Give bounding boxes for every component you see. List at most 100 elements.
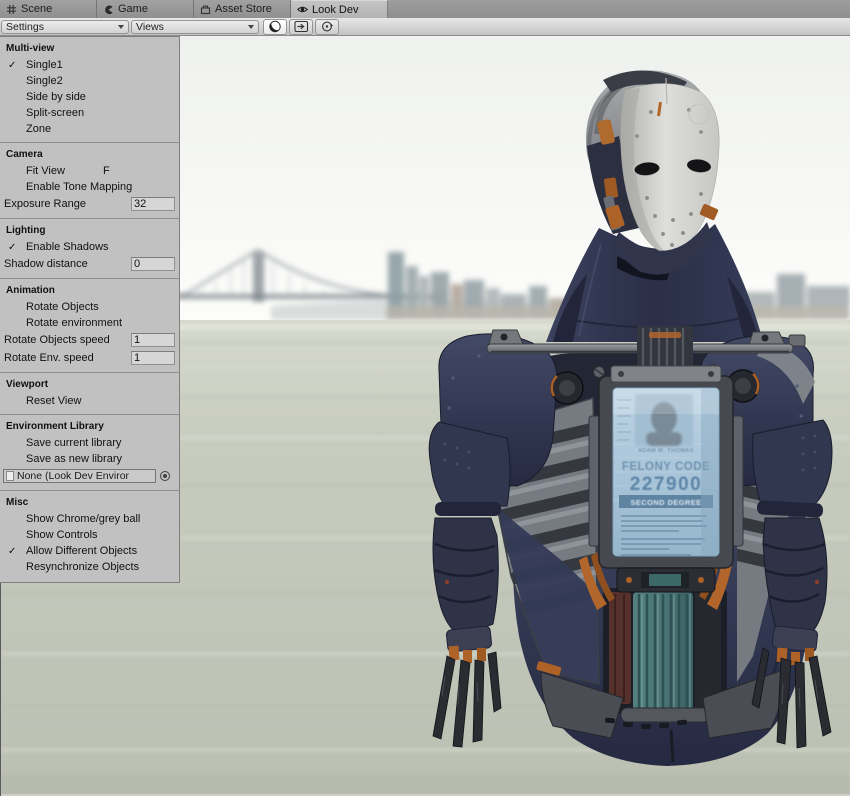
chevron-down-icon (248, 25, 254, 29)
checkmark: ✓ (8, 60, 26, 71)
exposure-range-input[interactable] (131, 197, 175, 211)
menu-item-save-current-library[interactable]: Save current library (0, 435, 179, 451)
section-camera: Camera Fit View F Enable Tone Mapping Exp… (0, 143, 179, 219)
menu-item-label: Reset View (26, 395, 81, 407)
chest-screen: ADAM M. THOMAS FELONY CODE 227900 SECOND… (589, 366, 743, 592)
menu-item-label: Fit View (26, 165, 65, 177)
shadow-distance-input[interactable] (131, 257, 175, 271)
screen-heading: FELONY CODE (622, 461, 710, 473)
menu-item-reset-view[interactable]: Reset View (0, 393, 179, 409)
menu-item-label: Split-screen (26, 107, 84, 119)
tab-scene[interactable]: Scene (0, 0, 97, 18)
tab-asset-store[interactable]: Asset Store (194, 0, 291, 18)
field-label: Exposure Range (4, 198, 131, 210)
section-title: Multi-view (0, 39, 179, 57)
settings-dropdown-label: Settings (6, 21, 118, 33)
menu-item-label: Show Controls (26, 529, 98, 541)
field-rotate-objects-speed: Rotate Objects speed (0, 331, 179, 349)
menu-item-save-as-new-library[interactable]: Save as new library (0, 451, 179, 467)
menu-item-enable-shadows[interactable]: ✓Enable Shadows (0, 239, 179, 255)
package-icon (200, 4, 211, 15)
environment-object-row: None (Look Dev Enviror (0, 467, 179, 485)
unity-editor-window: Scene Game Asset Store Look Dev Settings (0, 0, 850, 796)
menu-item-enable-tone-mapping[interactable]: Enable Tone Mapping (0, 179, 179, 195)
menu-item-single2[interactable]: Single2 (0, 73, 179, 89)
menu-item-show-chrome-grey-ball[interactable]: Show Chrome/grey ball (0, 511, 179, 527)
section-misc: Misc Show Chrome/grey ball Show Controls… (0, 491, 179, 580)
menu-item-label: Rotate environment (26, 317, 122, 329)
menu-item-allow-different-objects[interactable]: ✓Allow Different Objects (0, 543, 179, 559)
lookdev-toolbar: Settings Views (0, 18, 850, 36)
checkmark: ✓ (8, 546, 26, 557)
lookdev-settings-panel: Multi-view ✓Single1 Single2 Side by side… (0, 36, 180, 583)
chrome-ball-button[interactable] (263, 19, 287, 35)
sync-views-icon (320, 20, 334, 33)
section-title: Lighting (0, 221, 179, 239)
views-dropdown[interactable]: Views (131, 20, 259, 34)
menu-item-label: Side by side (26, 91, 86, 103)
menu-item-label: Save current library (26, 437, 121, 449)
tab-label: Look Dev (312, 4, 358, 16)
menu-item-rotate-objects[interactable]: Rotate Objects (0, 299, 179, 315)
menu-item-label: Single2 (26, 75, 63, 87)
tab-label: Scene (21, 3, 52, 15)
sync-views-button[interactable] (315, 19, 339, 35)
section-title: Camera (0, 145, 179, 163)
duplicate-view-icon (294, 20, 309, 33)
tab-look-dev[interactable]: Look Dev (291, 0, 388, 18)
field-rotate-env-speed: Rotate Env. speed (0, 349, 179, 367)
menu-item-resynchronize-objects[interactable]: Resynchronize Objects (0, 559, 179, 575)
section-viewport: Viewport Reset View (0, 373, 179, 415)
shortcut-key: F (103, 165, 110, 177)
menu-item-label: Resynchronize Objects (26, 561, 139, 573)
field-label: Rotate Objects speed (4, 334, 131, 346)
menu-item-fit-view[interactable]: Fit View F (0, 163, 179, 179)
section-title: Viewport (0, 375, 179, 393)
menu-item-label: Single1 (26, 59, 63, 71)
section-title: Animation (0, 281, 179, 299)
menu-item-single1[interactable]: ✓Single1 (0, 57, 179, 73)
menu-item-split-screen[interactable]: Split-screen (0, 105, 179, 121)
menu-item-label: Allow Different Objects (26, 545, 137, 557)
menu-item-label: Zone (26, 123, 51, 135)
tab-label: Game (118, 3, 148, 15)
rotate-objects-speed-input[interactable] (131, 333, 175, 347)
menu-item-label: Rotate Objects (26, 301, 99, 313)
menu-item-show-controls[interactable]: Show Controls (0, 527, 179, 543)
menu-item-zone[interactable]: Zone (0, 121, 179, 137)
tab-bar: Scene Game Asset Store Look Dev (0, 0, 850, 19)
menu-item-label: Show Chrome/grey ball (26, 513, 140, 525)
field-exposure-range: Exposure Range (0, 195, 179, 213)
game-icon (103, 4, 114, 15)
views-dropdown-label: Views (136, 21, 248, 33)
screen-degree: SECOND DEGREE (630, 498, 701, 507)
tab-game[interactable]: Game (97, 0, 194, 18)
field-shadow-distance: Shadow distance (0, 255, 179, 273)
menu-item-label: Enable Tone Mapping (26, 181, 132, 193)
section-title: Misc (0, 493, 179, 511)
settings-dropdown[interactable]: Settings (1, 20, 129, 34)
screen-code: 227900 (630, 474, 702, 495)
environment-object-field[interactable]: None (Look Dev Enviror (3, 469, 156, 483)
eye-icon (297, 4, 308, 15)
object-field-value: None (Look Dev Enviror (17, 470, 129, 482)
section-environment-library: Environment Library Save current library… (0, 415, 179, 491)
chrome-ball-icon (268, 20, 282, 33)
section-lighting: Lighting ✓Enable Shadows Shadow distance (0, 219, 179, 279)
field-label: Rotate Env. speed (4, 352, 131, 364)
menu-item-label: Save as new library (26, 453, 122, 465)
section-animation: Animation Rotate Objects Rotate environm… (0, 279, 179, 373)
grid-icon (6, 4, 17, 15)
tab-label: Asset Store (215, 3, 272, 15)
section-multi-view: Multi-view ✓Single1 Single2 Side by side… (0, 37, 179, 143)
rotate-env-speed-input[interactable] (131, 351, 175, 365)
menu-item-label: Enable Shadows (26, 241, 109, 253)
menu-item-side-by-side[interactable]: Side by side (0, 89, 179, 105)
object-picker-icon[interactable] (160, 471, 170, 481)
checkmark: ✓ (8, 242, 26, 253)
screen-name-line: ADAM M. THOMAS (638, 448, 694, 454)
menu-item-rotate-environment[interactable]: Rotate environment (0, 315, 179, 331)
asset-icon (6, 471, 14, 481)
field-label: Shadow distance (4, 258, 131, 270)
duplicate-view-button[interactable] (289, 19, 313, 35)
